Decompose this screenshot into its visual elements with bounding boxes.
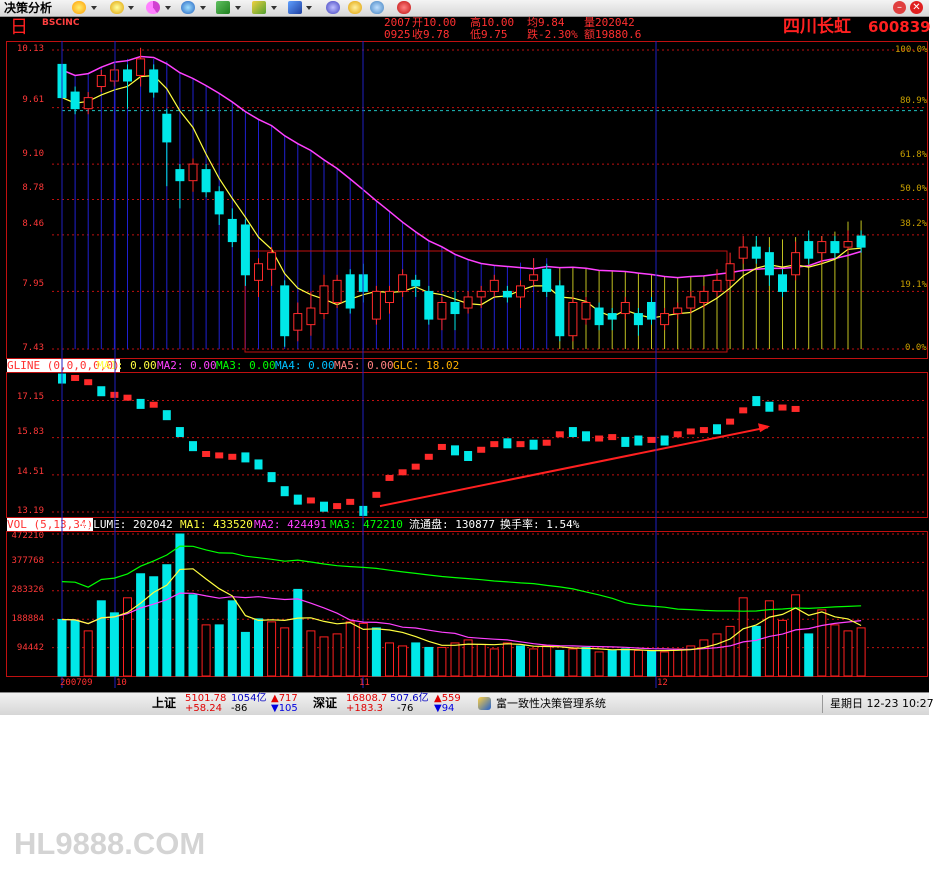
sz-diff: -76 xyxy=(397,703,414,714)
date-tick: 10 xyxy=(116,678,127,688)
volume-bar xyxy=(843,630,853,677)
volume-bar xyxy=(96,600,106,677)
volume-bar xyxy=(738,597,748,677)
date-tick: 12 xyxy=(657,678,668,688)
volume-bar xyxy=(175,533,185,677)
volume-tick: 472210 xyxy=(11,531,44,541)
volume-bar xyxy=(673,648,683,677)
volume-bar xyxy=(764,600,774,677)
volume-bar xyxy=(70,619,80,677)
volume-bar xyxy=(450,642,460,677)
volume-bar xyxy=(581,646,591,677)
volume-bar xyxy=(778,619,787,677)
volume-bar xyxy=(57,618,67,677)
volume-bar xyxy=(306,630,316,677)
volume-bar xyxy=(293,588,303,677)
volume-bar xyxy=(633,649,643,677)
status-bar: 上证 5101.78 +58.24 1054亿 -86 ▲717 ▼105 深证… xyxy=(0,692,934,715)
date-tick: 11 xyxy=(359,678,370,688)
volume-bar xyxy=(502,642,512,677)
volume-bar xyxy=(358,622,368,677)
volume-bar xyxy=(804,633,814,677)
sh-diff: -86 xyxy=(231,703,248,714)
volume-bar xyxy=(188,594,198,677)
volume-bar xyxy=(83,630,93,677)
volume-bar xyxy=(817,609,827,677)
volume-tick: 188884 xyxy=(11,614,44,624)
volume-bar xyxy=(476,643,486,677)
volume-bar xyxy=(385,642,394,677)
volume-bar xyxy=(660,651,670,677)
volume-bar xyxy=(149,576,159,677)
volume-bar xyxy=(516,645,525,677)
watermark: HL9888.COM xyxy=(14,826,206,861)
volume-bar xyxy=(725,625,735,677)
app-logo-icon xyxy=(478,697,491,710)
volume-bar xyxy=(489,648,499,677)
volume-bar xyxy=(751,625,761,677)
sz-down: ▼94 xyxy=(434,703,455,714)
volume-bar xyxy=(856,627,866,677)
volume-bar xyxy=(280,627,290,677)
volume-bar xyxy=(371,627,381,677)
volume-bar xyxy=(345,621,355,677)
stock-analysis-window: 决策分析 – ✕ 日 BSCINC 2007 开10.00 高10.00 均9.… xyxy=(0,0,934,715)
volume-tick: 94442 xyxy=(16,643,44,653)
sh-down: ▼105 xyxy=(271,703,298,714)
sh-change: +58.24 xyxy=(185,703,223,714)
volume-bar xyxy=(227,600,237,677)
volume-bar xyxy=(136,573,146,677)
volume-bar xyxy=(555,649,565,677)
volume-bar xyxy=(398,645,408,677)
volume-bar xyxy=(424,646,434,677)
volume-bar xyxy=(791,594,801,677)
sh-label[interactable]: 上证 xyxy=(152,697,176,709)
volume-bar xyxy=(647,650,656,677)
volume-bar xyxy=(109,612,119,677)
date-axis: 200709 10 11 12 xyxy=(6,677,926,689)
sz-label[interactable]: 深证 xyxy=(313,697,337,709)
volume-bar xyxy=(594,651,604,677)
volume-chart[interactable] xyxy=(0,0,929,692)
volume-bar xyxy=(254,618,263,677)
volume-bar xyxy=(620,648,630,677)
volume-bar xyxy=(437,646,447,677)
sz-change: +183.3 xyxy=(346,703,384,714)
date-tick: 200709 xyxy=(60,678,93,688)
app-name: 富一致性决策管理系统 xyxy=(496,697,606,710)
volume-bar xyxy=(463,639,473,677)
datetime: 星期日 12-23 10:27 xyxy=(830,697,934,710)
volume-bar xyxy=(214,624,224,677)
volume-bar xyxy=(568,648,578,677)
volume-bar xyxy=(699,639,709,677)
volume-tick: 377768 xyxy=(11,556,44,566)
volume-bar xyxy=(267,621,277,677)
volume-bar xyxy=(712,633,722,677)
volume-bar xyxy=(332,633,342,677)
volume-bar xyxy=(529,648,539,677)
volume-bar xyxy=(319,636,329,677)
volume-bar xyxy=(201,624,211,677)
status-divider xyxy=(822,695,823,713)
volume-bar xyxy=(830,624,840,677)
volume-bar xyxy=(123,597,132,677)
volume-bar xyxy=(411,642,421,677)
volume-bar xyxy=(686,645,696,677)
volume-tick: 283326 xyxy=(11,585,44,595)
volume-bar xyxy=(240,631,250,677)
volume-bar xyxy=(542,645,552,677)
volume-bar xyxy=(607,649,617,677)
